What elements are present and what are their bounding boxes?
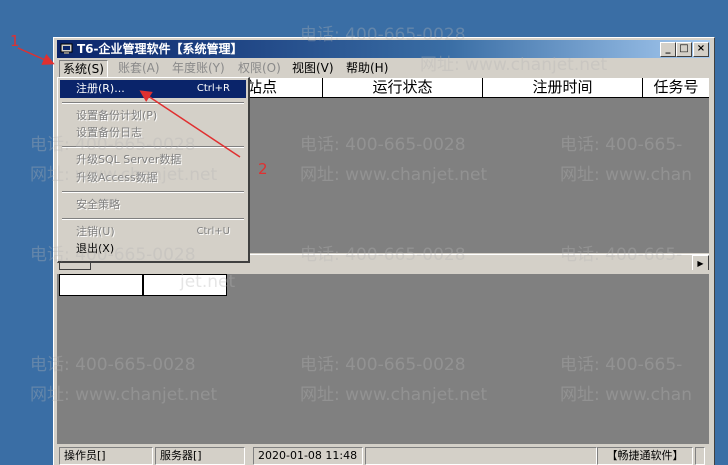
close-button[interactable]: ×	[693, 42, 709, 57]
minimize-button[interactable]: _	[660, 42, 676, 57]
task-list-panel	[57, 274, 709, 444]
menu-permissions[interactable]: 权限(O)	[235, 60, 284, 76]
menu-view[interactable]: 视图(V)	[289, 60, 337, 76]
menu-item-backup-log[interactable]: 设置备份日志	[60, 124, 246, 142]
task-header-cell[interactable]	[59, 274, 143, 296]
menu-item-upgrade-sql[interactable]: 升级SQL Server数据	[60, 151, 246, 169]
status-grip	[695, 447, 705, 465]
minimize-icon: _	[665, 43, 671, 54]
maximize-icon: □	[679, 43, 689, 54]
menu-account-set[interactable]: 账套(A)	[115, 60, 163, 76]
menu-item-backup-plan[interactable]: 设置备份计划(P)	[60, 107, 246, 125]
menu-bar: 系统(S) 账套(A) 年度账(Y) 权限(O) 视图(V) 帮助(H)	[57, 59, 710, 78]
menu-item-register[interactable]: 注册(R)... Ctrl+R	[60, 80, 246, 98]
menu-item-security-policy[interactable]: 安全策略	[60, 196, 246, 214]
menu-separator	[62, 102, 244, 104]
app-icon	[60, 43, 73, 54]
menu-help[interactable]: 帮助(H)	[343, 60, 391, 76]
arrow-right-icon: ▶	[697, 259, 704, 268]
system-menu-dropdown: 注册(R)... Ctrl+R 设置备份计划(P) 设置备份日志 升级SQL S…	[57, 77, 250, 263]
task-header-cell[interactable]	[143, 274, 227, 296]
menu-annual-account[interactable]: 年度账(Y)	[169, 60, 228, 76]
status-product: 【畅捷通软件】	[597, 447, 693, 465]
menu-item-upgrade-access[interactable]: 升级Access数据	[60, 169, 246, 187]
menu-separator	[62, 146, 244, 148]
menu-system[interactable]: 系统(S)	[59, 60, 108, 78]
column-header-status[interactable]: 运行状态	[323, 78, 483, 98]
arrow-to-system-menu	[17, 47, 55, 65]
column-header-task-id[interactable]: 任务号	[643, 78, 709, 98]
status-server: 服务器[]	[155, 447, 245, 465]
close-icon: ×	[696, 43, 706, 54]
column-header-register-time[interactable]: 注册时间	[483, 78, 643, 98]
status-operator: 操作员[]	[59, 447, 153, 465]
annotation-step-2: 2	[258, 160, 268, 178]
annotation-step-1: 1	[10, 32, 20, 50]
status-bar: 操作员[] 服务器[] 2020-01-08 11:48 【畅捷通软件】	[57, 445, 710, 465]
menu-item-logout[interactable]: 注销(U) Ctrl+U	[60, 223, 246, 241]
menu-separator	[62, 218, 244, 220]
status-datetime: 2020-01-08 11:48	[253, 447, 363, 465]
menu-item-exit[interactable]: 退出(X)	[60, 240, 246, 258]
maximize-button[interactable]: □	[676, 42, 692, 57]
window-title: T6-企业管理软件【系统管理】	[77, 42, 243, 56]
menu-separator	[62, 191, 244, 193]
title-bar[interactable]: T6-企业管理软件【系统管理】 _ □ ×	[57, 40, 710, 58]
status-empty	[365, 447, 597, 465]
